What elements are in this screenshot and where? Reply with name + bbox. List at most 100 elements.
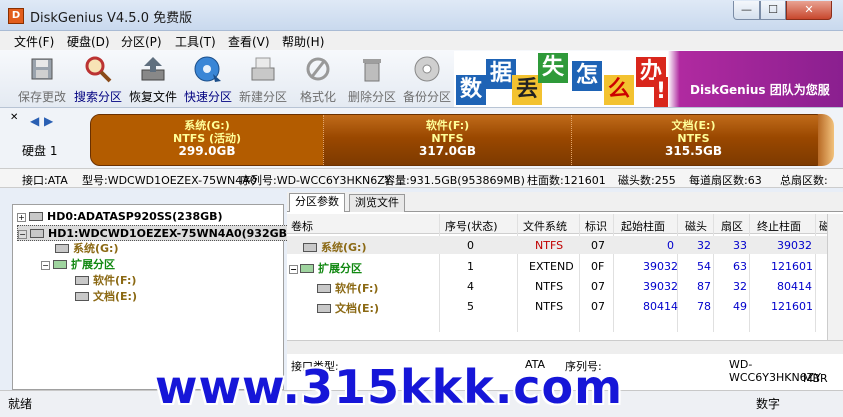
- table-row[interactable]: 系统(G:): [303, 239, 366, 255]
- info-cylinders: 柱面数:121601: [527, 174, 606, 187]
- disk-label: 硬盘 1: [22, 144, 58, 158]
- cell-filesystem: NTFS: [535, 300, 564, 313]
- cell-index: 0: [467, 239, 474, 252]
- format-icon: [306, 57, 330, 81]
- segment-size: 299.0GB: [178, 144, 236, 158]
- disk-segment-system[interactable]: 系统(G:) NTFS (活动) 299.0GB: [91, 115, 323, 165]
- collapse-toggle-icon[interactable]: −: [41, 261, 50, 270]
- maximize-button[interactable]: ☐: [760, 1, 786, 20]
- cell-volume: 系统(G:): [321, 241, 367, 254]
- cell-end-cylinder: 121601: [771, 260, 813, 273]
- expand-toggle-icon[interactable]: +: [17, 213, 26, 222]
- cell-id: 0F: [591, 260, 605, 273]
- backup-partition-button[interactable]: 备份分区: [399, 54, 455, 106]
- table-row[interactable]: − 扩展分区: [289, 260, 362, 276]
- next-disk-icon[interactable]: ▶: [44, 114, 53, 128]
- cell-filesystem: NTFS: [535, 239, 564, 252]
- col-volume[interactable]: 卷标: [291, 218, 313, 234]
- search-partition-label: 搜索分区: [73, 90, 122, 104]
- search-partition-button[interactable]: 搜索分区: [70, 54, 126, 106]
- quick-partition-label: 快速分区: [183, 90, 232, 104]
- info-total-sectors: 总扇区数:: [780, 174, 828, 187]
- segment-name: 软件(F:): [425, 119, 470, 132]
- cell-filesystem: EXTEND: [529, 260, 574, 273]
- cell-start-cylinder: 39032: [643, 260, 678, 273]
- close-button[interactable]: ✕: [786, 1, 832, 20]
- tab-browse-files[interactable]: 浏览文件: [349, 194, 405, 212]
- horizontal-scrollbar[interactable]: [287, 340, 843, 354]
- col-filesystem[interactable]: 文件系统: [523, 218, 567, 234]
- tree-item-hd0[interactable]: + HD0:ADATASP920SS(238GB): [17, 209, 223, 225]
- tree-item-hd1[interactable]: − HD1:WDCWD1OEZEX-75WN4A0(932GB): [17, 225, 294, 241]
- collapse-toggle-icon[interactable]: −: [18, 230, 27, 239]
- collapse-toggle-icon[interactable]: −: [289, 265, 298, 274]
- menu-help[interactable]: 帮助(H): [282, 33, 324, 50]
- menu-disk[interactable]: 硬盘(D): [67, 33, 110, 50]
- status-ready: 就绪: [8, 397, 33, 411]
- disk-segment-documents[interactable]: 文档(E:) NTFS 315.5GB: [571, 115, 815, 165]
- cell-sector: 32: [733, 280, 747, 293]
- tab-partition-params[interactable]: 分区参数: [289, 193, 345, 212]
- delete-partition-button[interactable]: 删除分区: [344, 54, 400, 106]
- col-start-cylinder[interactable]: 起始柱面: [621, 218, 665, 234]
- segment-size: 317.0GB: [419, 144, 476, 158]
- partition-icon: [75, 276, 89, 285]
- col-end-cylinder[interactable]: 终止柱面: [757, 218, 801, 234]
- grid-line: [749, 214, 750, 332]
- segment-size: 315.5GB: [665, 144, 722, 158]
- tree-item-extended[interactable]: − 扩展分区: [41, 257, 115, 273]
- delete-icon: [363, 59, 381, 82]
- table-row-selected-bg: [287, 236, 843, 254]
- menu-file[interactable]: 文件(F): [14, 33, 54, 50]
- minimize-button[interactable]: —: [733, 1, 760, 20]
- new-partition-button[interactable]: 新建分区: [235, 54, 291, 106]
- banner-text: DiskGenius 团队为您服: [690, 83, 830, 97]
- cell-id: 07: [591, 300, 605, 313]
- save-changes-button[interactable]: 保存更改: [14, 54, 70, 106]
- prev-disk-icon[interactable]: ◀: [30, 114, 39, 128]
- cell-head: 87: [697, 280, 711, 293]
- cell-sector: 33: [733, 239, 747, 252]
- cell-id: 07: [591, 239, 605, 252]
- menu-partition[interactable]: 分区(P): [121, 33, 162, 50]
- col-index[interactable]: 序号(状态): [445, 218, 498, 234]
- menu-tools[interactable]: 工具(T): [175, 33, 216, 50]
- new-partition-label: 新建分区: [238, 90, 287, 104]
- hard-disk-icon: [29, 212, 43, 221]
- quick-partition-button[interactable]: 快速分区: [180, 54, 236, 106]
- table-row[interactable]: 软件(F:): [317, 280, 378, 296]
- cell-start-cylinder: 39032: [643, 280, 678, 293]
- pin-icon[interactable]: ✕: [10, 112, 18, 123]
- tree-item-software[interactable]: 软件(F:): [75, 273, 136, 289]
- cell-head: 32: [697, 239, 711, 252]
- tree-item-system[interactable]: 系统(G:): [55, 241, 118, 257]
- col-head[interactable]: 磁头: [685, 218, 707, 234]
- col-sector[interactable]: 扇区: [721, 218, 743, 234]
- banner-char: !: [654, 77, 668, 107]
- tree-item-label: 软件(F:): [93, 274, 137, 287]
- watermark-text: www.315kkk.com: [155, 360, 624, 414]
- format-button[interactable]: 格式化: [290, 54, 346, 106]
- app-window: D DiskGenius V4.5.0 免费版 — ☐ ✕ 文件(F) 硬盘(D…: [0, 0, 843, 417]
- save-icon: [31, 58, 53, 80]
- save-changes-label: 保存更改: [17, 90, 66, 104]
- cell-end-cylinder: 80414: [777, 280, 812, 293]
- disk-segment-software[interactable]: 软件(F:) NTFS 317.0GB: [323, 115, 571, 165]
- hard-disk-icon: [30, 229, 44, 238]
- panel-tabs: 分区参数 浏览文件: [287, 192, 843, 212]
- recover-files-button[interactable]: 恢复文件: [125, 54, 181, 106]
- cell-volume: 软件(F:): [335, 282, 379, 295]
- info-interface: 接口:ATA: [22, 174, 68, 187]
- grid-line: [713, 214, 714, 332]
- info-sectors-per-track: 每道扇区数:63: [689, 174, 762, 187]
- cell-index: 1: [467, 260, 474, 273]
- partition-icon: [75, 292, 89, 301]
- vertical-scrollbar[interactable]: [827, 214, 843, 340]
- info-heads: 磁头数:255: [618, 174, 676, 187]
- menu-view[interactable]: 查看(V): [228, 33, 270, 50]
- promo-banner[interactable]: 数 据 丢 失 怎 么 办 ! DiskGenius 团队为您服: [454, 51, 843, 107]
- tree-item-documents[interactable]: 文档(E:): [75, 289, 137, 305]
- tree-item-label: 扩展分区: [71, 258, 115, 271]
- col-id[interactable]: 标识: [585, 218, 607, 234]
- table-row[interactable]: 文档(E:): [317, 300, 379, 316]
